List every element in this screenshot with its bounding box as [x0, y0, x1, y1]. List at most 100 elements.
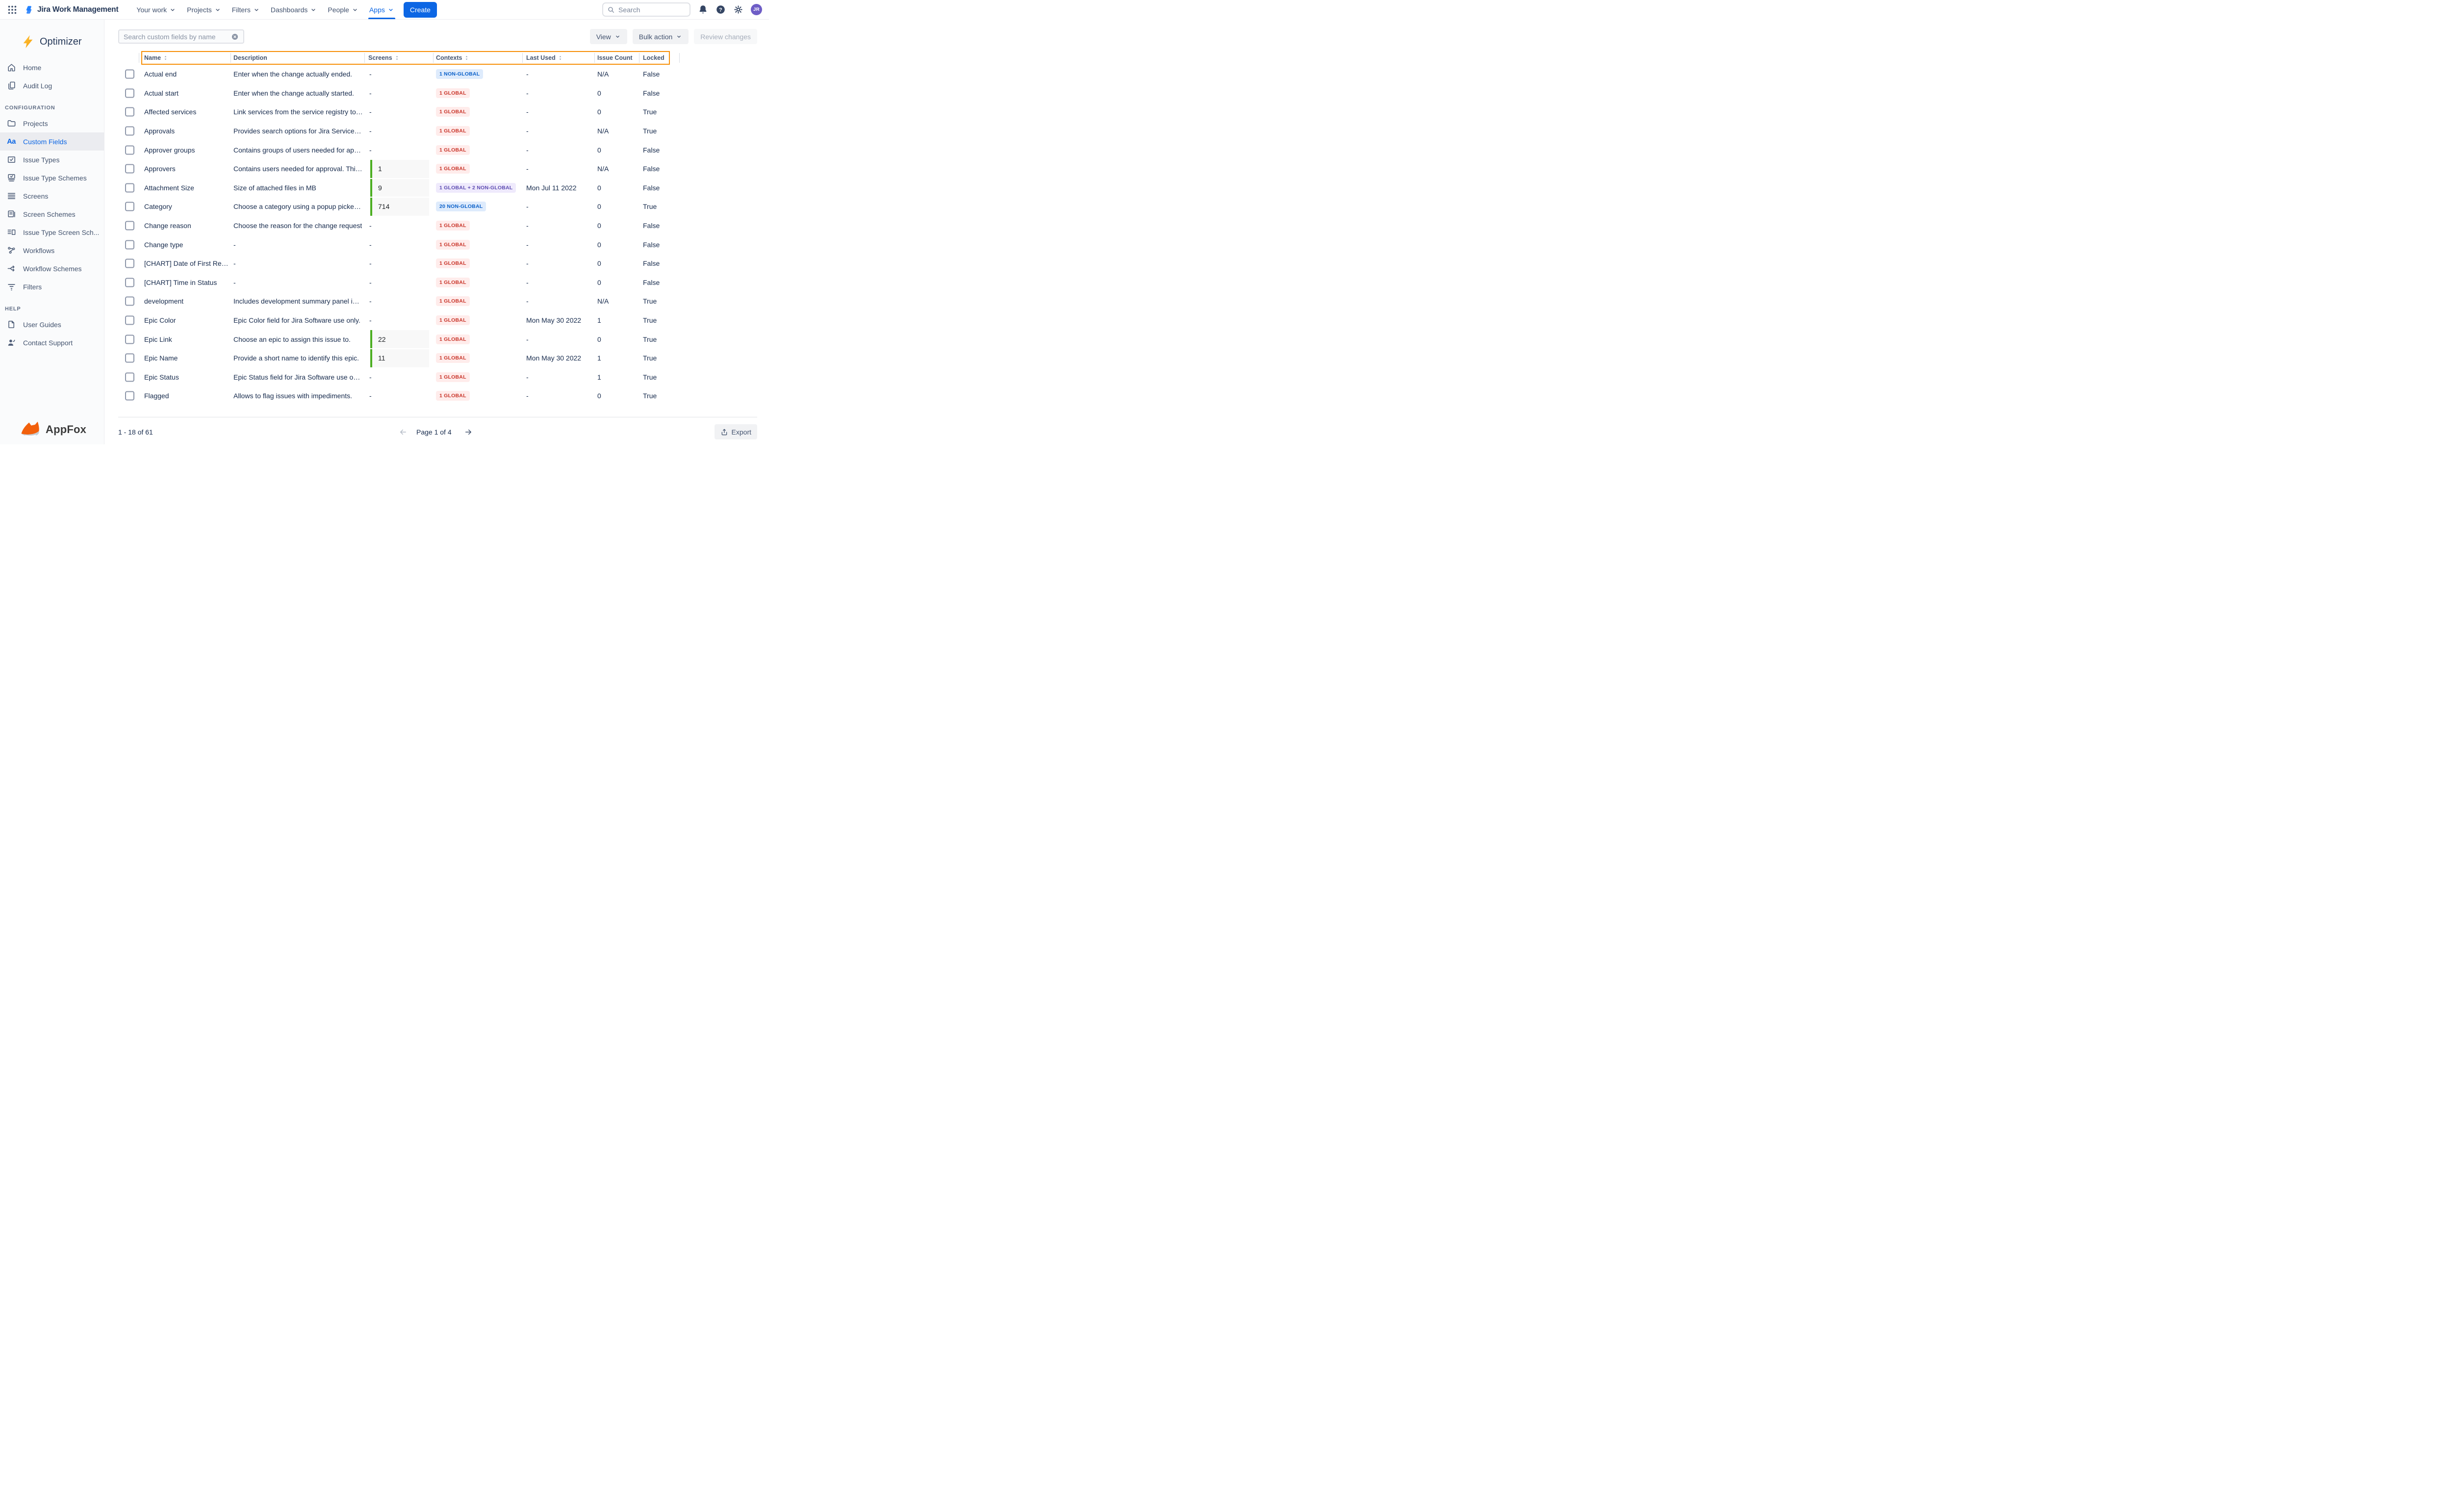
sidebar-item-workflows[interactable]: Workflows — [0, 241, 104, 259]
create-button[interactable]: Create — [404, 2, 437, 18]
nav-item-dashboards[interactable]: Dashboards — [265, 0, 323, 19]
field-name: Epic Status — [144, 373, 179, 381]
help-icon[interactable]: ? — [715, 4, 726, 15]
row-checkbox[interactable] — [125, 391, 134, 401]
nav-item-label: Your work — [136, 6, 167, 14]
field-name: Flagged — [144, 392, 169, 400]
sidebar-item-audit-log[interactable]: Audit Log — [0, 77, 104, 95]
appfox-fox-icon — [19, 421, 41, 438]
column-header-name[interactable]: Name — [144, 51, 168, 65]
field-last-used: Mon May 30 2022 — [526, 316, 581, 324]
column-header-last-used[interactable]: Last Used — [526, 51, 562, 65]
export-button[interactable]: Export — [715, 424, 757, 439]
sidebar-item-contact-support[interactable]: Contact Support — [0, 333, 104, 352]
nav-item-apps[interactable]: Apps — [364, 0, 400, 19]
table-row: Change type - - - 1 GLOBAL - 0 False — [118, 235, 757, 254]
contexts-badge: 1 GLOBAL — [436, 221, 470, 231]
issue-type-screen-schemes-icon — [6, 228, 16, 237]
sidebar-item-home[interactable]: Home — [0, 58, 104, 77]
bulk-action-button[interactable]: Bulk action — [633, 29, 689, 44]
field-contexts: 1 GLOBAL — [436, 296, 470, 306]
jira-logo[interactable]: Jira Work Management — [24, 4, 118, 15]
column-header-contexts[interactable]: Contexts — [436, 51, 469, 65]
app-switcher-icon[interactable] — [7, 4, 18, 15]
row-checkbox[interactable] — [125, 221, 134, 231]
field-issue-count: 0 — [597, 184, 601, 192]
contexts-badge: 1 GLOBAL — [436, 334, 470, 344]
field-issue-count: N/A — [597, 165, 609, 173]
row-checkbox[interactable] — [125, 202, 134, 211]
field-last-used: - — [526, 279, 529, 286]
chevron-down-icon — [253, 6, 260, 13]
row-checkbox[interactable] — [125, 354, 134, 363]
nav-item-your-work[interactable]: Your work — [131, 0, 181, 19]
custom-fields-search-input[interactable] — [124, 33, 228, 41]
row-checkbox[interactable] — [125, 372, 134, 382]
row-checkbox[interactable] — [125, 278, 134, 287]
notifications-icon[interactable] — [698, 4, 708, 15]
sidebar-item-screens[interactable]: Screens — [0, 187, 104, 205]
nav-item-people[interactable]: People — [322, 0, 364, 19]
field-last-used: - — [526, 146, 529, 154]
row-checkbox[interactable] — [125, 145, 134, 154]
sidebar-item-filters[interactable]: Filters — [0, 278, 104, 296]
sidebar-help-list: User Guides Contact Support — [0, 315, 104, 352]
search-icon — [607, 6, 615, 14]
settings-gear-icon[interactable] — [733, 4, 743, 15]
sidebar-item-label: Screen Schemes — [23, 210, 76, 218]
table-row: Epic Link Choose an epic to assign this … — [118, 330, 757, 349]
field-locked: True — [643, 297, 657, 305]
field-issue-count: N/A — [597, 297, 609, 305]
sidebar-item-issue-type-screen-sch[interactable]: Issue Type Screen Sch... — [0, 223, 104, 241]
field-description: Enter when the change actually started. — [233, 89, 354, 97]
field-contexts: 1 GLOBAL — [436, 278, 470, 287]
sidebar-item-workflow-schemes[interactable]: Workflow Schemes — [0, 259, 104, 278]
row-checkbox[interactable] — [125, 316, 134, 325]
sidebar-item-projects[interactable]: Projects — [0, 114, 104, 132]
topnav-menu: Your work Projects Filters Dashboards Pe… — [131, 0, 399, 19]
row-checkbox[interactable] — [125, 107, 134, 117]
sidebar-item-custom-fields[interactable]: Aa Custom Fields — [0, 132, 104, 151]
column-header-issue-count[interactable]: Issue Count — [597, 51, 633, 65]
column-header-label: Description — [233, 54, 267, 61]
global-search[interactable] — [602, 2, 690, 17]
field-screens: - — [369, 222, 372, 230]
row-checkbox[interactable] — [125, 183, 134, 192]
column-header-screens[interactable]: Screens — [368, 51, 399, 65]
sidebar-item-user-guides[interactable]: User Guides — [0, 315, 104, 333]
next-page-arrow-icon[interactable] — [464, 428, 473, 436]
column-header-description[interactable]: Description — [233, 51, 267, 65]
row-checkbox[interactable] — [125, 127, 134, 136]
row-checkbox[interactable] — [125, 88, 134, 98]
avatar[interactable]: JR — [751, 4, 762, 15]
field-locked: False — [643, 259, 660, 267]
field-screens-highlighted: 22 — [370, 330, 429, 348]
custom-fields-search[interactable] — [118, 29, 244, 44]
global-search-input[interactable] — [618, 6, 686, 14]
field-issue-count: 0 — [597, 108, 601, 116]
nav-item-projects[interactable]: Projects — [181, 0, 227, 19]
nav-item-filters[interactable]: Filters — [227, 0, 265, 19]
field-locked: True — [643, 127, 657, 135]
view-button-label: View — [596, 33, 611, 41]
row-checkbox[interactable] — [125, 297, 134, 306]
field-name: Approvers — [144, 165, 176, 173]
field-screens-highlighted: 1 — [370, 160, 429, 178]
row-checkbox[interactable] — [125, 164, 134, 174]
column-header-locked[interactable]: Locked — [643, 51, 664, 65]
previous-page-arrow-icon[interactable] — [399, 428, 408, 436]
field-contexts: 1 NON-GLOBAL — [436, 69, 483, 79]
row-checkbox[interactable] — [125, 259, 134, 268]
row-checkbox[interactable] — [125, 240, 134, 249]
row-checkbox[interactable] — [125, 70, 134, 79]
sidebar-item-label: Screens — [23, 192, 48, 200]
sidebar-item-screen-schemes[interactable]: Screen Schemes — [0, 205, 104, 223]
field-screens: - — [369, 259, 372, 267]
view-button[interactable]: View — [590, 29, 627, 44]
sidebar-item-issue-type-schemes[interactable]: Issue Type Schemes — [0, 169, 104, 187]
row-checkbox[interactable] — [125, 334, 134, 344]
sidebar-item-issue-types[interactable]: Issue Types — [0, 151, 104, 169]
clear-search-icon[interactable] — [231, 33, 239, 41]
field-name: Change reason — [144, 222, 191, 230]
review-changes-button[interactable]: Review changes — [694, 29, 757, 44]
